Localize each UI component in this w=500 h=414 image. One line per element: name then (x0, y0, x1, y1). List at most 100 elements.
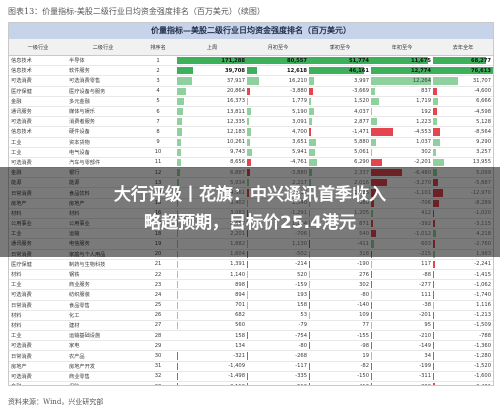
table-row: 材料 化工 26 682 53 109 -201 -1,213 (9, 310, 493, 321)
cell-value: 51,774 (309, 55, 371, 67)
positive-bar (177, 118, 183, 126)
positive-bar (433, 97, 439, 105)
cell-value: -1,360 (433, 340, 493, 352)
cell-value-text: -1,213 (474, 312, 491, 319)
cell-value-text: -98 (360, 342, 369, 349)
cell-value-text: -2,760 (474, 240, 491, 247)
cell-value-text: -88 (422, 271, 431, 278)
cell-value-text: 2,337 (354, 169, 369, 176)
header-level2-industry: 二级行业 (67, 39, 139, 56)
cell-rank: 30 (139, 350, 177, 362)
cell-value-text: 318 (359, 251, 369, 258)
negative-bar (371, 383, 373, 385)
negative-bar (433, 372, 435, 380)
negative-bar (309, 87, 314, 95)
cell-value-text: 302 (421, 149, 431, 156)
cell-value-text: -150 (357, 373, 369, 380)
cell-value-text: -277 (419, 281, 431, 288)
cell-value: 16,210 (247, 75, 309, 87)
positive-bar (309, 158, 317, 167)
cell-value: -117 (247, 361, 309, 372)
cell-value: -1,415 (433, 269, 493, 281)
positive-bar (177, 107, 183, 116)
cell-value-text: 603 (421, 240, 431, 247)
cell-value: 12,335 (177, 116, 247, 128)
cell-value: 19 (309, 350, 371, 362)
cell-value-text: 19 (362, 353, 369, 360)
table-row: 可选消费 纺织服装 24 894 193 -80 111 -1,740 (9, 289, 493, 301)
cell-value-text: 2,016 (354, 179, 369, 186)
positive-bar (371, 87, 376, 95)
cell-value-text: -214 (295, 261, 307, 268)
cell-value-text: 46,161 (348, 67, 369, 74)
positive-bar (309, 118, 313, 126)
cell-level2-industry: 电气设备 (67, 147, 139, 158)
cell-level2-industry: 农产品 (67, 350, 139, 362)
cell-value: 9,743 (177, 147, 247, 158)
cell-value: 5,128 (433, 116, 493, 128)
positive-bar (433, 148, 436, 156)
negative-bar (433, 332, 434, 340)
cell-level2-industry: 纺织服装 (67, 289, 139, 301)
table-row: 工业 商业服务 23 898 -159 302 -277 -1,062 (9, 279, 493, 291)
header-quarter-to-date: 季初至今 (309, 39, 371, 56)
cell-value: 894 (177, 289, 247, 301)
cell-value-text: -1,409 (228, 363, 245, 370)
cell-value: -3,669 (309, 86, 371, 97)
cell-value-text: 701 (235, 302, 245, 309)
cell-value-text: -82 (360, 363, 369, 370)
negative-bar (177, 362, 178, 370)
cell-value-text: 1,391 (230, 261, 245, 268)
cell-value-text: 302 (359, 281, 369, 288)
cell-value-text: -1,062 (474, 281, 491, 288)
cell-value: -277 (371, 279, 433, 291)
cell-value-text: 51,774 (348, 57, 369, 64)
cell-level1-industry: 材料 (9, 310, 67, 321)
cell-value: 193 (247, 289, 309, 301)
cell-value-text: 193 (297, 291, 307, 298)
table-row: 材料 建材 27 560 -79 77 95 -1,509 (9, 320, 493, 332)
cell-value-text: -155 (357, 332, 369, 339)
cell-level1-industry: 金融 (9, 96, 67, 107)
cell-value-text: 6,887 (230, 169, 245, 176)
cell-value-text: 5,190 (292, 108, 307, 115)
cell-value: 1,520 (309, 96, 371, 107)
table-row: 可选消费 家电 29 134 -80 -98 -149 -1,360 (9, 340, 493, 352)
positive-bar (309, 107, 314, 116)
cell-value-text: 10,261 (226, 139, 245, 146)
cell-rank: 4 (139, 86, 177, 97)
cell-value-text: -190 (357, 261, 369, 268)
cell-value-text: -1,012 (414, 230, 431, 237)
cell-value: -412 (309, 381, 371, 385)
cell-value: -3,880 (247, 86, 309, 97)
cell-level1-industry: 医疗保健 (9, 259, 67, 270)
cell-value: -80 (247, 340, 309, 352)
positive-bar (177, 158, 181, 167)
cell-value: 68,277 (433, 55, 493, 67)
cell-value-text: -4,553 (414, 128, 431, 135)
cell-level2-industry: 钢铁 (67, 269, 139, 281)
cell-value-text: 12,264 (412, 77, 431, 84)
negative-bar (371, 362, 372, 370)
cell-value-text: 3,651 (292, 139, 307, 146)
cell-value-text: 53 (300, 312, 307, 319)
cell-value-text: 9,743 (230, 149, 245, 156)
cell-value-text: -2,431 (474, 384, 491, 385)
positive-bar (177, 97, 184, 105)
cell-value: -510 (247, 381, 309, 385)
cell-value: -268 (247, 350, 309, 362)
cell-value-text: 134 (235, 342, 245, 349)
cell-value-text: -8,564 (474, 128, 491, 135)
cell-value-text: 1,540 (292, 200, 307, 207)
figure-caption: 图表13：价量指标-美股二级行业日均资金强度排名（百万美元）（续图） (8, 7, 265, 16)
cell-level1-industry: 可选消费 (9, 116, 67, 128)
cell-rank: 1 (139, 55, 177, 67)
cell-value-text: -1,740 (474, 291, 491, 298)
cell-value-text: -510 (295, 384, 307, 385)
cell-value-text: -117 (295, 363, 307, 370)
cell-level1-industry: 日常消费 (9, 350, 67, 362)
cell-value: -150 (309, 371, 371, 383)
cell-value: -149 (371, 340, 433, 352)
cell-value: 13,811 (177, 106, 247, 118)
cell-level1-industry: 日常消费 (9, 300, 67, 311)
